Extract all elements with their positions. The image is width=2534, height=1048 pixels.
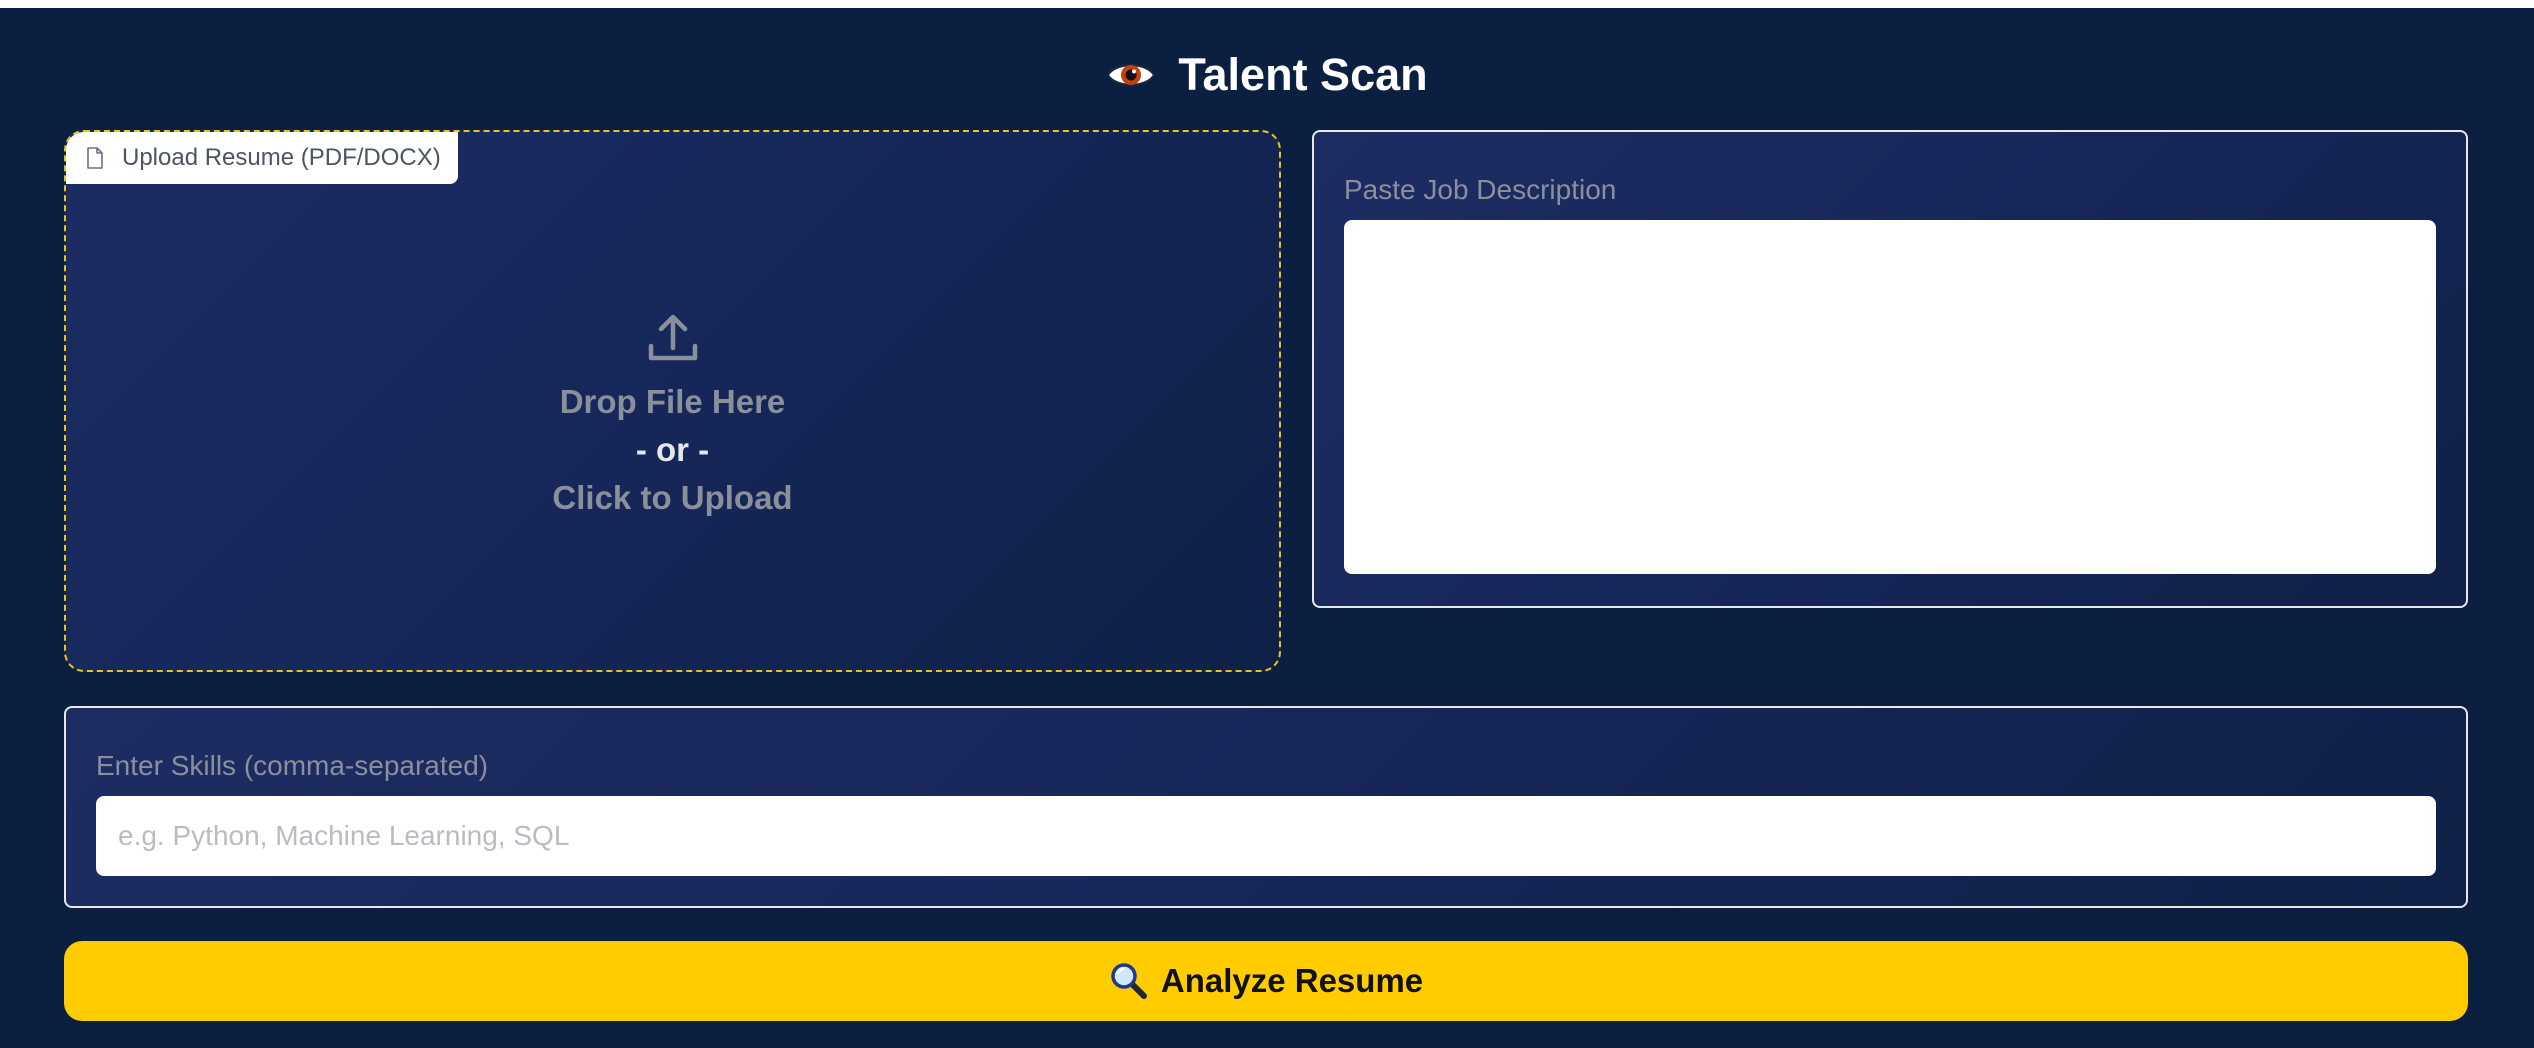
magnifier-icon — [1111, 963, 1147, 999]
job-description-label: Paste Job Description — [1344, 174, 1617, 205]
upload-icon — [648, 314, 697, 361]
job-description-textarea[interactable] — [1344, 220, 2436, 574]
or-separator-text: - or - — [635, 431, 710, 468]
analyze-resume-label: Analyze Resume — [1160, 962, 1424, 999]
skills-panel: Enter Skills (comma-separated) — [64, 706, 2468, 908]
skills-input[interactable] — [96, 796, 2436, 876]
upload-resume-label: Upload Resume (PDF/DOCX) — [122, 144, 441, 171]
analyze-resume-button[interactable]: Analyze Resume — [64, 941, 2468, 1021]
drop-file-text: Drop File Here — [559, 383, 786, 420]
skills-label: Enter Skills (comma-separated) — [96, 750, 489, 781]
file-icon — [87, 147, 103, 169]
job-description-panel: Paste Job Description — [1312, 130, 2468, 608]
app-header: Talent Scan — [0, 40, 2534, 110]
eye-icon — [1107, 64, 1156, 86]
drop-area[interactable]: Drop File Here - or - Click to Upload — [66, 310, 1279, 522]
app-title: Talent Scan — [1178, 49, 1428, 100]
resume-upload-dropzone[interactable]: Upload Resume (PDF/DOCX) Drop File Here … — [64, 130, 1281, 672]
app-container: Talent Scan Upload Resume (PDF/DOCX) Dro… — [0, 8, 2534, 1048]
upload-resume-tag: Upload Resume (PDF/DOCX) — [66, 132, 458, 184]
click-to-upload-text[interactable]: Click to Upload — [552, 474, 792, 522]
